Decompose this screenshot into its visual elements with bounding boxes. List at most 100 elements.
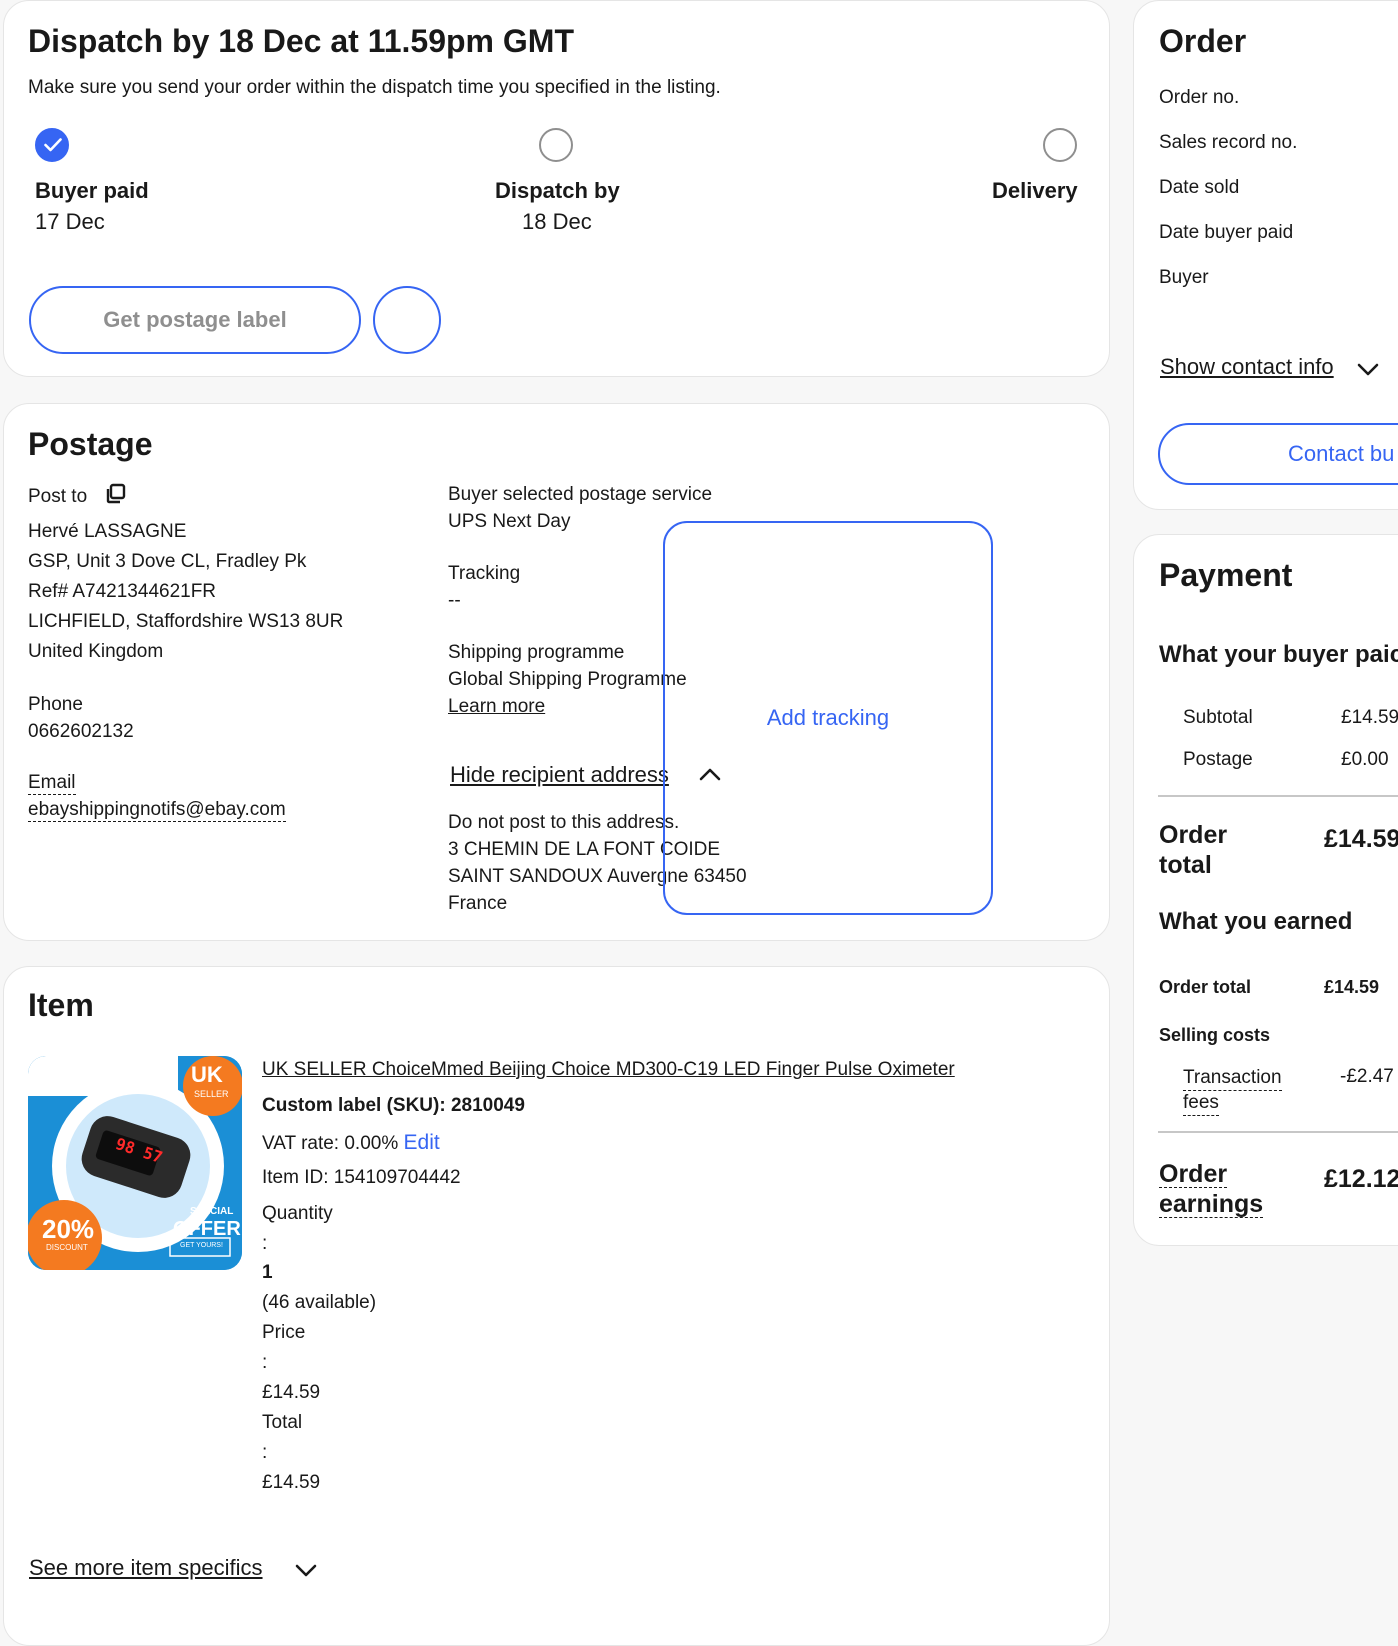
email-value[interactable]: ebayshippingnotifs@ebay.com	[28, 799, 286, 822]
quantity-colon: :	[262, 1233, 268, 1254]
postage-card: Postage Post to Hervé LASSAGNE GSP, Unit…	[3, 403, 1110, 941]
sales-record-label: Sales record no.	[1159, 132, 1298, 153]
postage-value: £0.00	[1341, 749, 1389, 770]
postage-service-label: Buyer selected postage service	[448, 484, 713, 505]
dispatch-title: Dispatch by 18 Dec at 11.59pm GMT	[28, 23, 574, 59]
price-value: £14.59	[262, 1382, 321, 1403]
address-line: LICHFIELD, Staffordshire WS13 8UR	[28, 611, 344, 632]
selling-costs-label: Selling costs	[1159, 1025, 1271, 1045]
quantity-value: 1	[262, 1262, 273, 1283]
see-more-item-specifics-link[interactable]: See more item specifics	[29, 1555, 263, 1581]
get-postage-label-button[interactable]: Get postage label	[29, 286, 361, 354]
quantity-available: (46 available)	[262, 1292, 377, 1313]
price-colon: :	[262, 1352, 268, 1373]
step-pending-icon	[1043, 128, 1077, 162]
earned-heading: What you earned	[1159, 908, 1353, 935]
item-name-link[interactable]: UK SELLER ChoiceMmed Beijing Choice MD30…	[262, 1059, 955, 1081]
transaction-fees-value: -£2.47	[1340, 1066, 1394, 1087]
item-sku: Custom label (SKU): 2810049	[262, 1095, 525, 1116]
item-vat: VAT rate: 0.00%	[262, 1133, 399, 1154]
order-title: Order	[1159, 23, 1247, 59]
order-total-label-line: total	[1159, 851, 1212, 879]
subtotal-label: Subtotal	[1183, 707, 1253, 728]
payment-card: Payment What your buyer paic Subtotal £1…	[1133, 534, 1398, 1246]
show-contact-info-link[interactable]: Show contact info	[1160, 354, 1334, 380]
postage-label: Postage	[1183, 749, 1253, 770]
order-earnings-value: £12.12	[1324, 1165, 1398, 1193]
order-number-label: Order no.	[1159, 87, 1240, 108]
order-earnings-label[interactable]: Order earnings	[1159, 1159, 1264, 1219]
more-actions-button[interactable]	[373, 286, 441, 354]
payment-title: Payment	[1159, 557, 1293, 593]
seller-badge: SELLER	[194, 1089, 229, 1099]
buyer-label: Buyer	[1159, 267, 1209, 288]
offer-label: OFFER	[173, 1218, 241, 1240]
shipping-programme-value: Global Shipping Programme	[448, 669, 687, 690]
transaction-fees-label-line: fees	[1183, 1091, 1219, 1116]
total-colon: :	[262, 1442, 268, 1463]
discount-badge: 20%	[42, 1214, 95, 1244]
add-tracking-button[interactable]: Add tracking	[663, 521, 993, 915]
step-pending-icon	[539, 128, 573, 162]
address-line: Hervé LASSAGNE	[28, 521, 187, 542]
subtotal-value: £14.59	[1341, 707, 1398, 728]
copy-icon[interactable]	[105, 483, 127, 510]
date-buyer-paid-label: Date buyer paid	[1159, 222, 1294, 243]
chevron-down-icon[interactable]	[295, 1563, 317, 1584]
vat-edit-link[interactable]: Edit	[404, 1131, 440, 1154]
learn-more-link[interactable]: Learn more	[448, 696, 545, 718]
quantity-label: Quantity	[262, 1203, 333, 1224]
order-total-value: £14.59	[1324, 825, 1398, 853]
transaction-fees-label[interactable]: Transaction fees	[1183, 1066, 1282, 1116]
step-date-dispatch-by: 18 Dec	[522, 209, 592, 234]
item-vat-row: VAT rate: 0.00% Edit	[262, 1131, 440, 1155]
dispatch-subtitle: Make sure you send your order within the…	[28, 77, 721, 98]
step-label-delivery: Delivery	[992, 178, 1078, 203]
get-yours-label: GET YOURS!	[180, 1242, 223, 1249]
email-label: Email	[28, 772, 76, 795]
shipping-address: Hervé LASSAGNE GSP, Unit 3 Dove CL, Frad…	[28, 518, 343, 668]
order-total-label: Order total	[1159, 820, 1227, 880]
special-label: SPECIAL	[190, 1206, 234, 1217]
earned-order-total-value: £14.59	[1324, 977, 1380, 997]
phone-label: Phone	[28, 694, 83, 715]
item-card: Item UK SELLER 98 57 20% DISCOUNT SPECIA…	[3, 966, 1110, 1646]
step-label-buyer-paid: Buyer paid	[35, 178, 149, 203]
chevron-down-icon[interactable]	[1357, 362, 1379, 383]
order-earnings-label-line: Order	[1159, 1160, 1228, 1188]
post-to-label: Post to	[28, 486, 88, 507]
divider	[1158, 1131, 1398, 1133]
address-line: United Kingdom	[28, 641, 164, 662]
order-earnings-label-line: earnings	[1159, 1190, 1264, 1218]
item-thumbnail[interactable]: UK SELLER 98 57 20% DISCOUNT SPECIAL OFF…	[28, 1056, 242, 1270]
order-total-label-line: Order	[1159, 821, 1228, 849]
step-date-buyer-paid: 17 Dec	[35, 209, 105, 234]
order-card: Order Order no. Sales record no. Date so…	[1133, 0, 1398, 510]
add-tracking-label: Add tracking	[766, 705, 890, 730]
dispatch-card: Dispatch by 18 Dec at 11.59pm GMT Make s…	[3, 0, 1110, 377]
discount-label: DISCOUNT	[46, 1243, 88, 1252]
transaction-fees-label-line: Transaction	[1183, 1066, 1282, 1091]
buyer-paid-heading: What your buyer paic	[1159, 641, 1398, 668]
postage-title: Postage	[28, 426, 153, 462]
address-line: Ref# A7421344621FR	[28, 581, 217, 602]
item-title: Item	[28, 987, 94, 1023]
contact-buyer-button[interactable]: Contact bu	[1158, 423, 1398, 485]
shipping-programme-label: Shipping programme	[448, 642, 625, 663]
divider	[1158, 795, 1398, 797]
address-line: GSP, Unit 3 Dove CL, Fradley Pk	[28, 551, 307, 572]
step-label-dispatch-by: Dispatch by	[495, 178, 620, 203]
phone-value: 0662602132	[28, 721, 134, 742]
item-id: Item ID: 154109704442	[262, 1167, 461, 1188]
postage-service-value: UPS Next Day	[448, 511, 571, 532]
hide-recipient-address-link[interactable]: Hide recipient address	[450, 762, 669, 788]
total-value: £14.59	[262, 1472, 321, 1493]
uk-badge: UK	[191, 1062, 223, 1087]
date-sold-label: Date sold	[1159, 177, 1240, 198]
earned-order-total-label: Order total	[1159, 977, 1252, 997]
total-label: Total	[262, 1412, 303, 1433]
contact-buyer-label: Contact bu	[1288, 441, 1395, 466]
step-check-icon	[35, 128, 69, 162]
tracking-value: --	[448, 590, 461, 611]
price-label: Price	[262, 1322, 306, 1343]
